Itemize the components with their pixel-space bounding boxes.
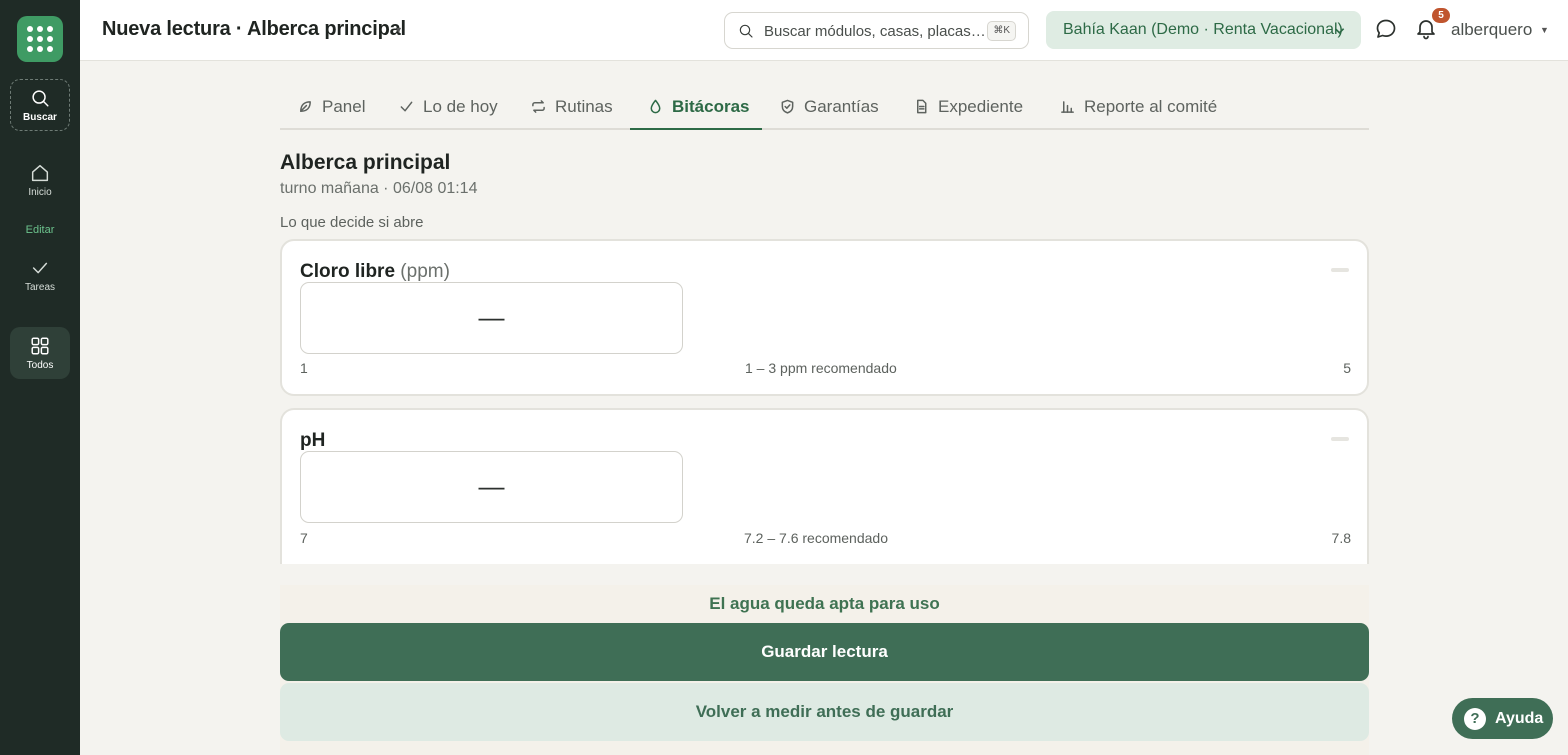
section-label: Lo que decide si abre	[280, 214, 424, 231]
range-max: 7.8	[1331, 530, 1351, 546]
user-menu[interactable]: alberquero	[1451, 20, 1532, 40]
check-icon	[400, 101, 413, 112]
tab-label: Panel	[322, 97, 366, 116]
sidebar-item-label: Todos	[26, 360, 54, 371]
sidebar-item-label: Buscar	[23, 112, 57, 123]
document-icon	[917, 99, 927, 114]
parameter-card-cloro: Cloro libre (ppm) — 1 1 – 3 ppm recomend…	[280, 239, 1369, 396]
check-icon	[32, 262, 48, 274]
search-placeholder: Buscar módulos, casas, placas…	[764, 23, 986, 40]
parameter-card-ph: pH — 7 7.2 – 7.6 recomendado 7.8	[280, 408, 1369, 564]
save-reading-button[interactable]: Guardar lectura	[280, 623, 1369, 681]
range-min: 1	[300, 360, 308, 376]
tab-label: Garantías	[804, 97, 879, 116]
page-title[interactable]: Nueva lectura · Alberca principal	[102, 18, 406, 41]
ph-value-input[interactable]: —	[300, 451, 683, 523]
cloro-value-input[interactable]: —	[300, 282, 683, 354]
tab-rutinas[interactable]: Rutinas	[531, 90, 631, 130]
apps-grid-icon[interactable]	[17, 16, 63, 62]
tab-lo-de-hoy[interactable]: Lo de hoy	[399, 90, 517, 130]
tab-panel[interactable]: Panel	[298, 90, 382, 130]
help-label: Ayuda	[1495, 709, 1544, 727]
droplet-icon	[650, 99, 661, 114]
help-button[interactable]: ? Ayuda	[1452, 698, 1553, 739]
tab-label: Bitácoras	[672, 97, 750, 116]
organization-selector[interactable]: Bahía Kaan (Demo · Renta Vacacional)	[1046, 11, 1361, 49]
notification-badge: 5	[1432, 8, 1450, 23]
home-icon	[31, 164, 49, 182]
tab-label: Lo de hoy	[423, 97, 498, 116]
tab-label: Rutinas	[555, 97, 613, 116]
tab-reporte-comite[interactable]: Reporte al comité	[1060, 90, 1240, 130]
chat-icon[interactable]	[1374, 17, 1398, 41]
parameter-name: Cloro libre (ppm)	[300, 261, 450, 283]
range-min: 7	[300, 530, 308, 546]
sidebar-item-home[interactable]: Inicio	[10, 162, 70, 198]
tab-bitacoras[interactable]: Bitácoras	[630, 90, 762, 130]
caret-down-icon[interactable]: ▼	[394, 25, 403, 35]
remeasure-button[interactable]: Volver a medir antes de guardar	[280, 683, 1369, 741]
section-tabs: Panel Lo de hoy Rutinas Bitácoras Garant…	[280, 90, 1369, 130]
search-icon	[739, 24, 753, 38]
range-max: 5	[1343, 360, 1351, 376]
tab-garantias[interactable]: Garantías	[780, 90, 895, 130]
parameter-label: pH	[300, 430, 326, 451]
question-icon: ?	[1464, 707, 1486, 730]
sidebar-item-all[interactable]: Todos	[10, 327, 70, 379]
status-indicator	[1331, 437, 1349, 441]
top-header: Nueva lectura · Alberca principal ▼ Busc…	[80, 0, 1568, 61]
tab-expediente[interactable]: Expediente	[914, 90, 1044, 130]
reading-title: Alberca principal	[280, 151, 451, 174]
leaf-icon	[300, 101, 311, 112]
range-recommended: 1 – 3 ppm recomendado	[745, 360, 897, 376]
reading-subtitle: turno mañana · 06/08 01:14	[280, 180, 478, 197]
status-indicator	[1331, 268, 1349, 272]
sidebar-item-search[interactable]: Buscar	[10, 79, 70, 131]
sidebar: Buscar Inicio Editar Tareas Todos	[0, 0, 80, 755]
sidebar-item-label: Inicio	[28, 187, 52, 198]
parameter-unit: (ppm)	[400, 261, 450, 282]
shield-check-icon	[781, 99, 794, 114]
keyboard-shortcut-badge: ⌘K	[987, 21, 1016, 41]
bar-chart-icon	[1061, 101, 1074, 113]
grid-icon	[31, 337, 49, 355]
water-verdict: El agua queda apta para uso	[709, 594, 940, 613]
parameter-name: pH	[300, 430, 325, 452]
tab-label: Expediente	[938, 97, 1024, 116]
sidebar-item-label: Tareas	[24, 282, 55, 293]
tab-label: Reporte al comité	[1084, 97, 1218, 116]
sidebar-item-tasks[interactable]: Tareas	[10, 257, 70, 293]
search-input[interactable]: Buscar módulos, casas, placas… ⌘K	[724, 12, 1029, 49]
repeat-icon	[532, 100, 545, 113]
caret-down-icon[interactable]: ▼	[1540, 25, 1549, 35]
search-icon	[32, 90, 49, 107]
organization-name: Bahía Kaan (Demo · Renta Vacacional)	[1063, 21, 1343, 38]
chevron-down-icon	[1334, 28, 1345, 34]
sidebar-edit-link[interactable]: Editar	[0, 224, 80, 236]
parameter-label: Cloro libre	[300, 261, 396, 282]
range-recommended: 7.2 – 7.6 recomendado	[744, 530, 888, 546]
